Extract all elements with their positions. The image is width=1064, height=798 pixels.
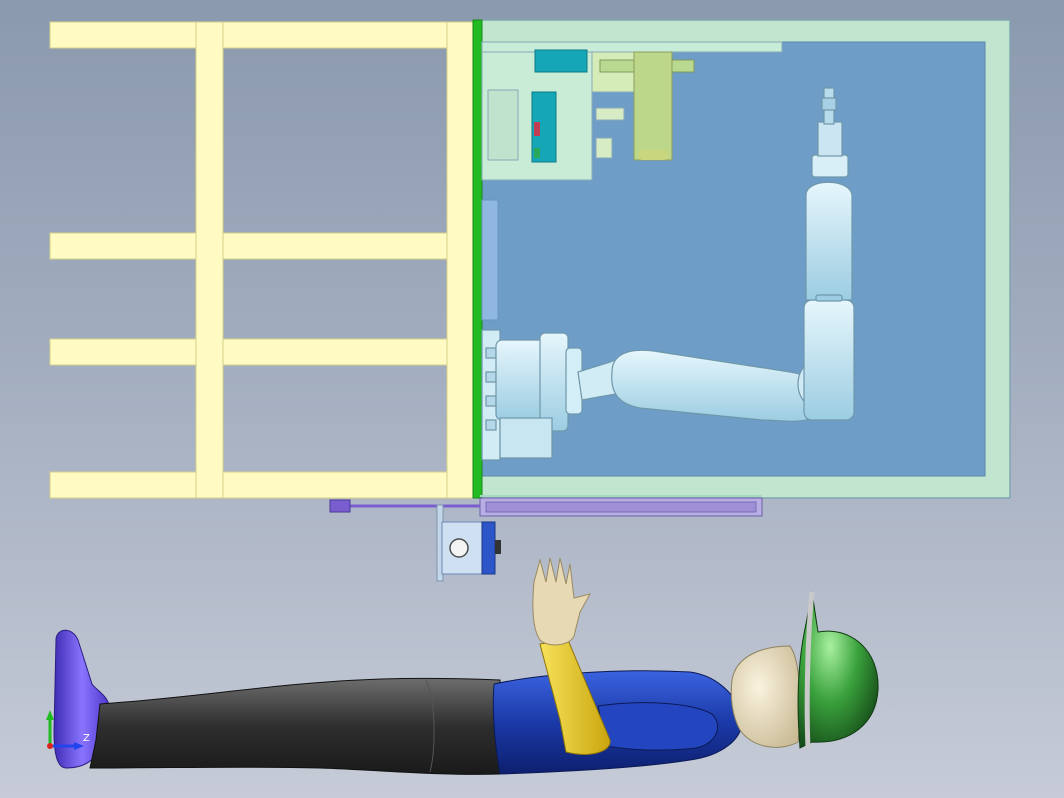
head xyxy=(730,645,801,748)
hand xyxy=(532,557,591,646)
frame-structure[interactable] xyxy=(49,21,479,499)
human-figure[interactable] xyxy=(53,557,879,775)
cad-viewport[interactable]: Z xyxy=(0,0,1064,798)
z-axis-label: Z xyxy=(83,733,90,744)
linear-slide-rail[interactable] xyxy=(329,495,763,517)
model-view[interactable] xyxy=(0,0,1064,798)
legs xyxy=(89,677,501,775)
green-wall-panel[interactable] xyxy=(472,19,483,499)
